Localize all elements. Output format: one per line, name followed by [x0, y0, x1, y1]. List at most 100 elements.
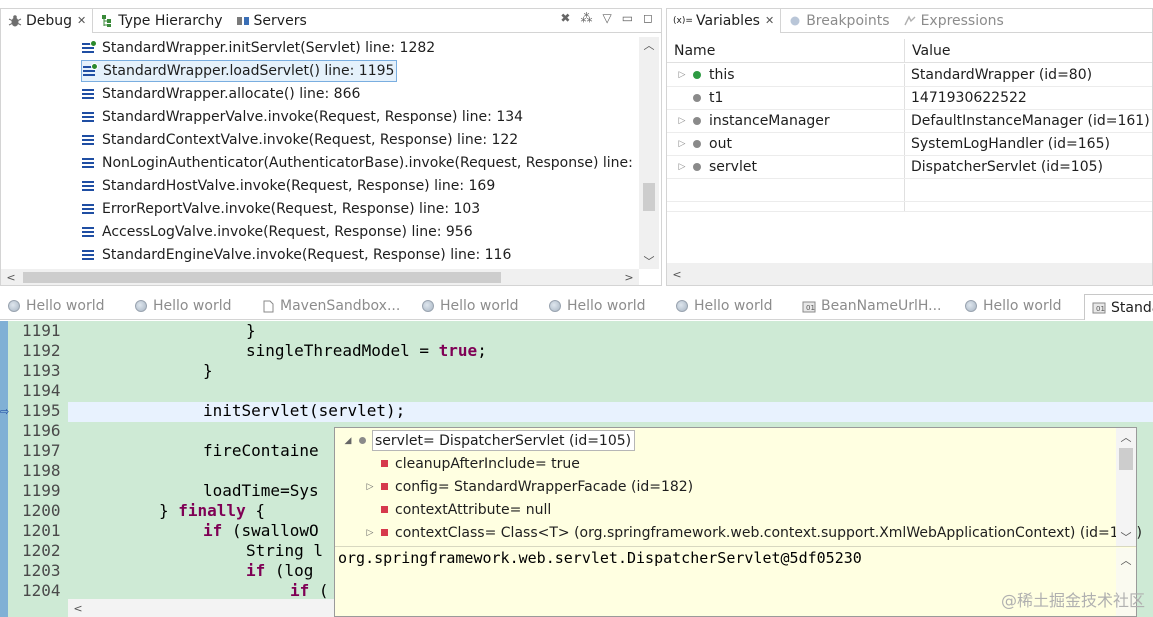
view-menu-icon[interactable]: ▽ [602, 11, 611, 25]
expand-icon[interactable]: ▷ [675, 116, 689, 126]
scroll-up-icon[interactable]: ︿ [641, 37, 657, 53]
column-header-name[interactable]: Name [667, 39, 905, 62]
code-line: if ( [290, 581, 329, 601]
variable-row-instancemanager[interactable]: ▷ instanceManager DefaultInstanceManager … [667, 110, 1152, 133]
column-header-value[interactable]: Value [905, 39, 950, 62]
stack-frame-label: StandardWrapper.initServlet(Servlet) lin… [102, 40, 436, 56]
stack-frame-icon [82, 63, 98, 77]
expand-icon[interactable]: ▷ [675, 70, 689, 80]
stack-frame[interactable]: StandardContextValve.invoke(Request, Res… [81, 129, 520, 151]
stack-frame[interactable]: ErrorReportValve.invoke(Request, Respons… [81, 198, 482, 220]
editor-tab[interactable]: Hello world [547, 298, 645, 314]
collapse-icon[interactable]: ⁂ [580, 11, 592, 25]
close-icon[interactable]: ✕ [77, 14, 86, 27]
editor-tab[interactable]: Hello world [420, 298, 518, 314]
scroll-up-icon[interactable]: ︿ [1118, 429, 1134, 445]
tab-type-hierarchy[interactable]: Type Hierarchy [93, 9, 228, 33]
maximize-icon[interactable]: ◻ [643, 11, 653, 25]
variable-row-this[interactable]: ▷ this StandardWrapper (id=80) [667, 64, 1152, 87]
private-field-icon [381, 506, 388, 513]
inspect-child-row[interactable]: ▷ config= StandardWrapperFacade (id=182) [363, 475, 694, 498]
local-variable-icon [693, 140, 701, 148]
editor-tab-active[interactable]: 01 Standa [1084, 294, 1153, 320]
editor-horizontal-scrollbar[interactable]: < [68, 599, 338, 617]
inspect-child-row[interactable]: contextAttribute= null [363, 498, 551, 521]
scroll-down-icon[interactable]: ﹀ [1118, 529, 1134, 545]
inspect-detail-text[interactable]: org.springframework.web.servlet.Dispatch… [338, 549, 862, 567]
overview-ruler [0, 321, 8, 617]
inspect-vertical-scrollbar[interactable]: ︿ ﹀ [1116, 428, 1136, 546]
tab-breakpoints[interactable]: Breakpoints [781, 9, 895, 33]
expand-icon[interactable]: ▷ [363, 482, 377, 492]
stack-frame-icon [81, 134, 95, 146]
code-token: singleThreadModel = [246, 341, 439, 360]
remove-terminated-icon[interactable]: ✖ [560, 11, 570, 25]
stack-frame-icon [81, 180, 95, 192]
scroll-right-icon[interactable]: > [621, 269, 637, 285]
variables-horizontal-scrollbar[interactable]: < [667, 263, 1152, 285]
editor-tab[interactable]: Hello world [963, 298, 1061, 314]
stack-frame-selected[interactable]: StandardWrapper.loadServlet() line: 1195 [81, 60, 398, 82]
expand-icon[interactable]: ▷ [675, 162, 689, 172]
local-variable-icon [693, 94, 701, 102]
stack-frame-label: StandardContextValve.invoke(Request, Res… [102, 132, 519, 148]
inspect-child-row[interactable]: ▷ contextClass= Class<T> (org.springframe… [363, 521, 1142, 544]
debug-view: Debug ✕ Type Hierarchy Servers ✖ ⁂ ▽ ▭ ◻… [0, 8, 662, 286]
variable-name: instanceManager [709, 113, 830, 129]
inspect-child-row[interactable]: cleanupAfterInclude= true [363, 452, 580, 475]
scroll-thumb[interactable] [23, 272, 501, 283]
scroll-left-icon[interactable]: < [70, 600, 86, 616]
stack-frame[interactable]: AccessLogValve.invoke(Request, Response)… [81, 221, 475, 243]
stack-frame[interactable]: StandardWrapper.initServlet(Servlet) lin… [81, 37, 437, 59]
debug-vertical-scrollbar[interactable]: ︿ ﹀ [639, 37, 659, 269]
scroll-up-icon[interactable]: ︿ [1118, 552, 1134, 568]
variable-row-out[interactable]: ▷ out SystemLogHandler (id=165) [667, 133, 1152, 156]
scroll-down-icon[interactable]: ﹀ [641, 253, 657, 269]
tab-variables[interactable]: (x)= Variables ✕ [667, 8, 782, 33]
editor-tab[interactable]: MavenSandbox... [260, 298, 400, 314]
stack-frame[interactable]: StandardWrapperValve.invoke(Request, Res… [81, 106, 525, 128]
scroll-thumb[interactable] [643, 183, 655, 211]
editor-tab[interactable]: Hello world [674, 298, 772, 314]
stack-frame[interactable]: StandardHostValve.invoke(Request, Respon… [81, 175, 497, 197]
globe-icon [420, 298, 436, 314]
code-token: (log [265, 561, 314, 580]
inspect-child-label: cleanupAfterInclude= true [395, 455, 580, 472]
tab-servers[interactable]: Servers [229, 9, 313, 33]
stack-frame[interactable]: NonLoginAuthenticator(AuthenticatorBase)… [81, 152, 637, 174]
globe-icon [6, 298, 22, 314]
tab-variables-label: Variables [696, 12, 760, 29]
line-number: 1194 [22, 381, 61, 400]
tab-debug[interactable]: Debug ✕ [1, 8, 94, 33]
editor-tab[interactable]: Hello world [6, 298, 104, 314]
svg-text:01: 01 [1096, 305, 1105, 313]
collapse-icon[interactable]: ◢ [341, 436, 355, 446]
scroll-left-icon[interactable]: < [3, 269, 19, 285]
private-field-icon [381, 529, 388, 536]
scroll-left-icon[interactable]: < [669, 266, 685, 282]
minimize-icon[interactable]: ▭ [622, 11, 633, 25]
stack-frame-label: StandardWrapper.loadServlet() line: 1195 [103, 63, 395, 79]
debug-horizontal-scrollbar[interactable]: < > [1, 269, 639, 285]
expand-icon[interactable]: ▷ [675, 139, 689, 149]
breakpoints-icon [787, 13, 803, 29]
expressions-icon [902, 13, 918, 29]
stack-frame[interactable]: StandardWrapper.allocate() line: 866 [81, 83, 362, 105]
variables-table-header: Name Value [667, 39, 1152, 63]
stack-frame[interactable]: StandardEngineValve.invoke(Request, Resp… [81, 244, 513, 266]
editor-tab-label: Standa [1111, 299, 1153, 316]
editor-tab[interactable]: 01 BeanNameUrlH... [801, 298, 942, 314]
code-line: if (swallowO [203, 521, 319, 541]
close-icon[interactable]: ✕ [765, 14, 774, 27]
code-token: ( [309, 581, 329, 600]
inspect-root-row[interactable]: ◢ servlet= DispatcherServlet (id=105) [341, 429, 636, 452]
expand-icon[interactable]: ▷ [363, 528, 377, 538]
globe-icon [547, 298, 563, 314]
editor-tab[interactable]: Hello world [133, 298, 231, 314]
tab-expressions[interactable]: Expressions [896, 9, 1010, 33]
inspect-child-label: contextClass= Class<T> (org.springframew… [395, 524, 1142, 541]
scroll-thumb[interactable] [1119, 448, 1133, 470]
variable-row-t1[interactable]: t1 1471930622522 [667, 87, 1152, 110]
variable-row-servlet[interactable]: ▷ servlet DispatcherServlet (id=105) [667, 156, 1152, 179]
editor-tab-label: Hello world [153, 298, 232, 314]
